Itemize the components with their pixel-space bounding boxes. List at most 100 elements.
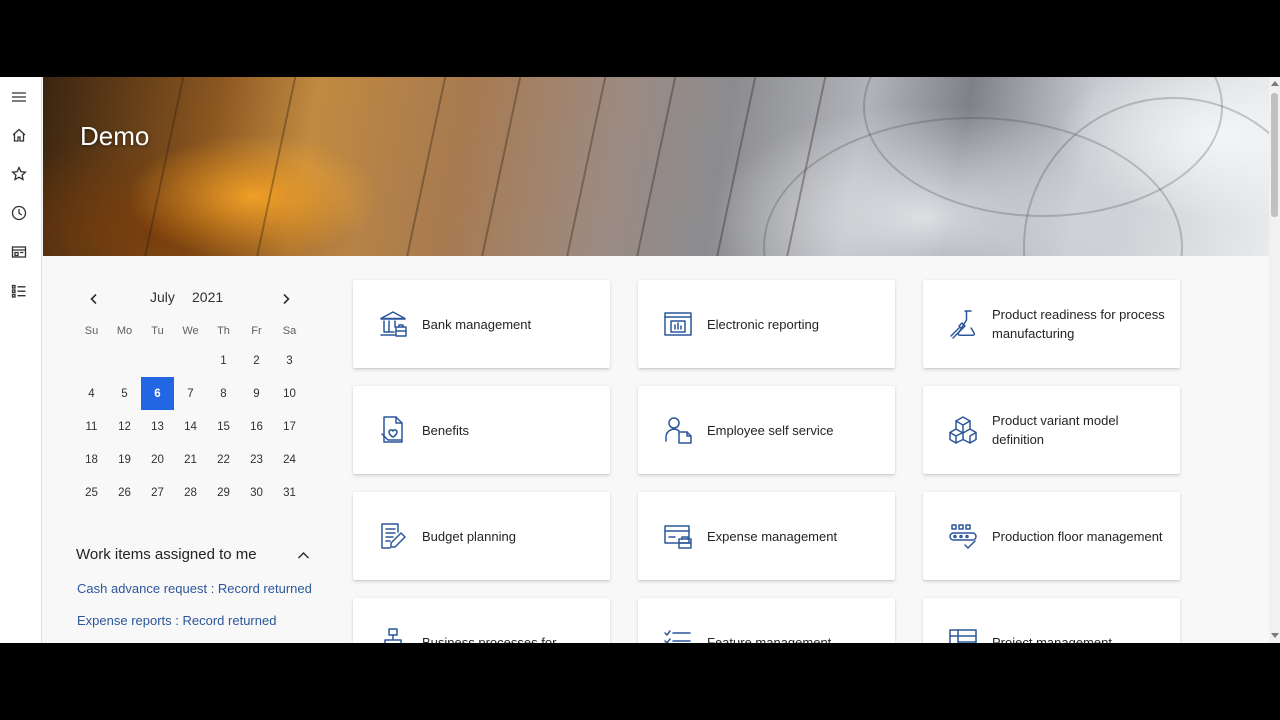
vertical-scrollbar[interactable]: [1269, 77, 1280, 643]
calendar-day[interactable]: 20: [141, 443, 174, 476]
tile-label: Feature management: [707, 634, 832, 644]
tile-label: Budget planning: [422, 528, 516, 544]
weekday-label: Su: [84, 325, 99, 337]
scroll-up-arrow-icon[interactable]: [1271, 81, 1279, 86]
menu-icon[interactable]: [4, 82, 34, 112]
flask-icon: [947, 308, 979, 340]
scroll-thumb[interactable]: [1271, 93, 1278, 217]
calendar-day[interactable]: 14: [174, 410, 207, 443]
workspace-tile[interactable]: Expense management: [638, 492, 895, 580]
calendar-day[interactable]: 3: [273, 344, 306, 377]
workspace-tile[interactable]: Business processes for: [353, 598, 610, 643]
weekday-label: Th: [217, 325, 230, 337]
workspace-banner: Demo: [43, 77, 1269, 256]
checklist-icon: [662, 626, 694, 643]
chevron-up-icon: [297, 551, 309, 559]
calendar-day[interactable]: 15: [207, 410, 240, 443]
collapse-work-items-button[interactable]: [293, 545, 313, 565]
workspace-tile[interactable]: Benefits: [353, 386, 610, 474]
letterbox-top: [0, 0, 1280, 77]
workspace-tile[interactable]: Employee self service: [638, 386, 895, 474]
expense-icon: [662, 520, 694, 552]
calendar-empty-cell: [75, 344, 108, 377]
calendar-day[interactable]: 18: [75, 443, 108, 476]
calendar-week: 18 19 20 21 22 23 24: [75, 443, 306, 476]
calendar-day[interactable]: 19: [108, 443, 141, 476]
tile-label: Benefits: [422, 422, 469, 438]
calendar-day[interactable]: 29: [207, 476, 240, 509]
workspace-tile[interactable]: Product variant model definition: [923, 386, 1180, 474]
calendar-day[interactable]: 31: [273, 476, 306, 509]
calendar-day[interactable]: 13: [141, 410, 174, 443]
workspace-tile[interactable]: Bank management: [353, 280, 610, 368]
workspace-tile[interactable]: Feature management: [638, 598, 895, 643]
calendar-day[interactable]: 28: [174, 476, 207, 509]
project-icon: [947, 626, 979, 643]
calendar-day[interactable]: 26: [108, 476, 141, 509]
calendar-day-selected[interactable]: 6: [141, 377, 174, 410]
calendar-day[interactable]: 10: [273, 377, 306, 410]
tile-label: Electronic reporting: [707, 316, 819, 332]
calendar-day[interactable]: 7: [174, 377, 207, 410]
calendar-month[interactable]: July: [150, 289, 175, 305]
workspace-tile[interactable]: Product readiness for process manufactur…: [923, 280, 1180, 368]
page-title: Demo: [80, 121, 150, 151]
calendar-day[interactable]: 27: [141, 476, 174, 509]
calendar-day[interactable]: 4: [75, 377, 108, 410]
workspace-tile[interactable]: Production floor management: [923, 492, 1180, 580]
workspace-app: Demo July 2021 Su Mo Tu We Th Fr Sa 1 2 3 4 5 6 7 8 9 10…: [0, 77, 1280, 643]
calendar-week: 25 26 27 28 29 30 31: [75, 476, 306, 509]
calendar-week: 123: [75, 344, 306, 377]
workspaces-icon[interactable]: [4, 237, 34, 267]
tile-label: Employee self service: [707, 422, 834, 438]
calendar-day[interactable]: 25: [75, 476, 108, 509]
employee-icon: [662, 414, 694, 446]
workspace-tile[interactable]: Electronic reporting: [638, 280, 895, 368]
calendar-day[interactable]: 24: [273, 443, 306, 476]
workspace-tile[interactable]: Budget planning: [353, 492, 610, 580]
calendar-day[interactable]: 22: [207, 443, 240, 476]
calendar-day[interactable]: 1: [207, 344, 240, 377]
calendar-day[interactable]: 2: [240, 344, 273, 377]
calendar-day[interactable]: 30: [240, 476, 273, 509]
recent-icon[interactable]: [4, 198, 34, 228]
tile-label: Product variant model definition: [992, 413, 1119, 447]
workspace-tile[interactable]: Project management: [923, 598, 1180, 643]
benefits-icon: [377, 414, 409, 446]
calendar-week: 4 5 6 7 8 9 10: [75, 377, 306, 410]
calendar-day[interactable]: 11: [75, 410, 108, 443]
tile-label: Project management: [992, 634, 1112, 644]
calendar-empty-cell: [174, 344, 207, 377]
calendar-year[interactable]: 2021: [192, 289, 223, 305]
favorites-icon[interactable]: [4, 159, 34, 189]
production-icon: [947, 520, 979, 552]
budget-icon: [377, 520, 409, 552]
work-item-link[interactable]: Cash advance request : Record returned: [77, 581, 312, 596]
home-icon[interactable]: [4, 120, 34, 150]
calendar-day[interactable]: 17: [273, 410, 306, 443]
calendar-day[interactable]: 23: [240, 443, 273, 476]
chevron-right-icon: [283, 293, 290, 305]
calendar-grid: Su Mo Tu We Th Fr Sa 1 2 3 4 5 6 7 8 9 10 11 12 13 14 15 16 17 1…: [75, 318, 306, 509]
weekday-label: We: [182, 325, 199, 337]
calendar-day[interactable]: 8: [207, 377, 240, 410]
calendar-day[interactable]: 21: [174, 443, 207, 476]
calendar-week: 11 12 13 14 15 16 17: [75, 410, 306, 443]
navigation-rail: [0, 77, 42, 643]
next-month-button[interactable]: [276, 289, 296, 309]
work-item-link[interactable]: Expense reports : Record returned: [77, 613, 276, 628]
previous-month-button[interactable]: [84, 289, 104, 309]
chevron-left-icon: [90, 293, 97, 305]
calendar-day[interactable]: 12: [108, 410, 141, 443]
modules-icon[interactable]: [4, 276, 34, 306]
cubes-icon: [947, 414, 979, 446]
tile-label: Production floor management: [992, 528, 1163, 544]
calendar-day[interactable]: 16: [240, 410, 273, 443]
letterbox-bottom: [0, 643, 1280, 720]
scroll-down-arrow-icon[interactable]: [1271, 633, 1279, 638]
calendar-day[interactable]: 5: [108, 377, 141, 410]
work-items-heading: Work items assigned to me: [76, 546, 257, 563]
tile-label: Expense management: [707, 528, 838, 544]
calendar-day[interactable]: 9: [240, 377, 273, 410]
weekday-label: Fr: [251, 325, 262, 337]
